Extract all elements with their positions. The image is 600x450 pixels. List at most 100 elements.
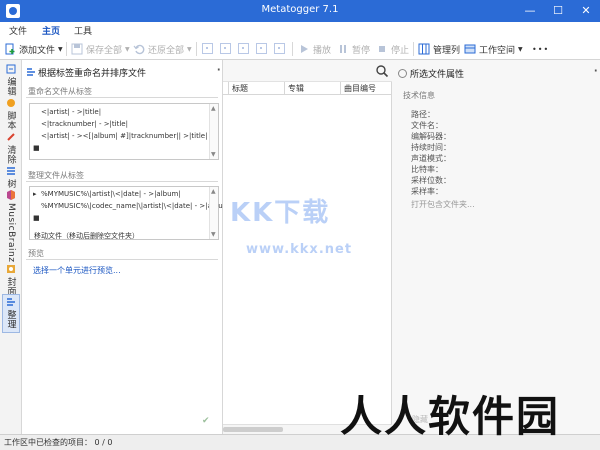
play-button[interactable]: 播放: [298, 41, 331, 57]
chevron-down-icon: ▼: [187, 45, 192, 53]
undo-icon: [133, 44, 145, 55]
rename-format-item[interactable]: <|artist| - ><[|album| #]|tracknumber|| …: [41, 132, 207, 140]
close-button[interactable]: ✕: [572, 0, 600, 22]
menu-file[interactable]: 文件: [9, 24, 27, 37]
save-all-button[interactable]: 保存全部 ▼: [71, 41, 130, 57]
toolbar-separator: [66, 42, 67, 56]
new-entry-marker[interactable]: ■: [33, 144, 40, 152]
prop-channel-mode: 声道模式：: [411, 154, 451, 163]
tab-tree-label: 树: [5, 179, 16, 189]
organize-section-label: 整理文件从标签: [28, 171, 84, 180]
scroll-up-icon[interactable]: ▲: [211, 188, 216, 195]
tree-icon: [7, 167, 15, 175]
organize-icon: [7, 298, 15, 306]
tab-cover[interactable]: 封面: [2, 264, 20, 296]
musicbrainz-icon: [7, 190, 15, 200]
rename-list-scrollbar[interactable]: ▲ ▼: [209, 104, 218, 159]
add-file-icon: [5, 43, 15, 55]
pin-icon[interactable]: ⬝: [218, 65, 220, 75]
panel-title: 根据标签重命名并排序文件: [38, 69, 147, 79]
ribbon-toolbar: 添加文件 ▼ 保存全部 ▼ 还原全部 ▼ 播放 暂停 停止 管理列 工作空间 ▼…: [0, 38, 600, 60]
organize-format-item[interactable]: %MYMUSIC%\|codec_name|\|artist|\<|date| …: [41, 202, 232, 210]
menu-tools[interactable]: 工具: [74, 24, 92, 37]
tab-organize-label: 整理: [5, 310, 16, 329]
maximize-button[interactable]: ☐: [544, 0, 572, 22]
tab-edit[interactable]: 编辑: [2, 64, 20, 96]
more-options-button[interactable]: •••: [532, 41, 549, 57]
open-folder-link[interactable]: 打开包含文件夹...: [411, 199, 475, 210]
side-tabs: 编辑 脚本 清除 树 MusicBrainz 封面 整理: [0, 60, 22, 434]
minimize-button[interactable]: —: [516, 0, 544, 22]
panel-header: 根据标签重命名并排序文件 ⬝: [22, 65, 223, 79]
workspace-label: 工作空间: [479, 45, 516, 56]
tab-musicbrainz-label: MusicBrainz: [6, 203, 16, 263]
layout-icon[interactable]: [220, 43, 231, 54]
scroll-down-icon[interactable]: ▼: [211, 151, 216, 158]
watermark-logo: KK下载: [230, 198, 331, 228]
apply-check-icon[interactable]: ✔: [202, 416, 210, 426]
stop-icon: [379, 46, 385, 52]
prop-bit-depth: 采样位数：: [411, 176, 451, 185]
tab-script-label: 脚本: [5, 111, 16, 130]
column-header-album[interactable]: 专辑: [285, 82, 341, 95]
tab-edit-label: 编辑: [5, 77, 16, 96]
preview-section-label: 预览: [28, 249, 44, 258]
script-icon: [7, 99, 15, 107]
stop-button[interactable]: 停止: [376, 41, 409, 57]
organize-icon: [27, 68, 35, 76]
organize-format-item[interactable]: %MYMUSIC%\|artist|\<|date| - >|album|: [41, 190, 181, 198]
toolbar-separator: [413, 42, 414, 56]
rename-format-item[interactable]: <|tracknumber| - >|title|: [41, 120, 128, 128]
properties-panel: 所选文件属性 ⬝ 技术信息 路径： 文件名： 编解码器： 持续时间： 声道模式：…: [392, 60, 600, 434]
workspace-button[interactable]: 工作空间 ▼: [464, 41, 523, 57]
rename-formats-list[interactable]: <|artist| - >|title| <|tracknumber| - >|…: [29, 103, 219, 160]
layout-icon[interactable]: [202, 43, 213, 54]
search-icon[interactable]: [375, 64, 389, 78]
new-entry-marker[interactable]: ■: [33, 214, 40, 222]
file-list-toolbar: [223, 60, 392, 82]
add-files-button[interactable]: 添加文件 ▼: [4, 41, 63, 57]
column-header-title[interactable]: 标题: [229, 82, 285, 95]
scroll-thumb[interactable]: [223, 427, 283, 432]
scroll-down-icon[interactable]: ▼: [211, 231, 216, 238]
organize-formats-list[interactable]: ▸ %MYMUSIC%\|artist|\<|date| - >|album| …: [29, 186, 232, 241]
manage-columns-label: 管理列: [433, 45, 461, 56]
pin-icon[interactable]: ⬝: [595, 66, 597, 76]
column-header-tracknumber[interactable]: 曲目编号: [341, 82, 392, 95]
pause-label: 暂停: [352, 45, 371, 56]
tab-tree[interactable]: 树: [2, 166, 20, 189]
prop-path: 路径：: [411, 110, 435, 119]
layout-icon[interactable]: [238, 43, 249, 54]
tab-musicbrainz[interactable]: MusicBrainz: [2, 190, 20, 262]
restore-all-button[interactable]: 还原全部 ▼: [133, 41, 192, 57]
tab-clean[interactable]: 清除: [2, 132, 20, 164]
window-title: Metatogger 7.1: [261, 4, 339, 15]
layout-icon[interactable]: [256, 43, 267, 54]
chevron-down-icon: ▼: [518, 45, 523, 53]
pause-button[interactable]: 暂停: [337, 41, 370, 57]
selected-row-marker: ▸: [33, 190, 37, 198]
cover-icon: [7, 265, 15, 273]
layout-icon[interactable]: [274, 43, 285, 54]
rename-section-label: 重命名文件从标签: [28, 87, 92, 96]
rename-format-item[interactable]: <|artist| - >|title|: [41, 108, 101, 116]
divider: [26, 181, 218, 182]
tab-organize[interactable]: 整理: [2, 294, 20, 333]
edit-icon: [6, 64, 16, 74]
properties-title: 所选文件属性: [398, 67, 464, 80]
menu-home[interactable]: 主页: [37, 24, 65, 40]
info-icon: [398, 69, 407, 78]
organize-panel: 根据标签重命名并排序文件 ⬝ 重命名文件从标签 <|artist| - >|ti…: [22, 60, 232, 434]
watermark-brand: 人人软件园: [340, 392, 561, 441]
manage-columns-button[interactable]: 管理列: [418, 41, 460, 57]
tab-script[interactable]: 脚本: [2, 98, 20, 130]
scroll-up-icon[interactable]: ▲: [211, 105, 216, 112]
tab-clean-label: 清除: [5, 145, 16, 164]
prop-codec: 编解码器：: [411, 132, 451, 141]
save-icon: [71, 43, 83, 55]
organize-list-scrollbar[interactable]: ▲ ▼: [209, 187, 218, 239]
save-all-label: 保存全部: [86, 45, 123, 56]
move-files-option[interactable]: 移动文件（移动后删除空文件夹）: [34, 231, 139, 241]
prop-bitrate: 比特率：: [411, 165, 443, 174]
preview-link[interactable]: 选择一个单元进行预览...: [33, 265, 121, 276]
